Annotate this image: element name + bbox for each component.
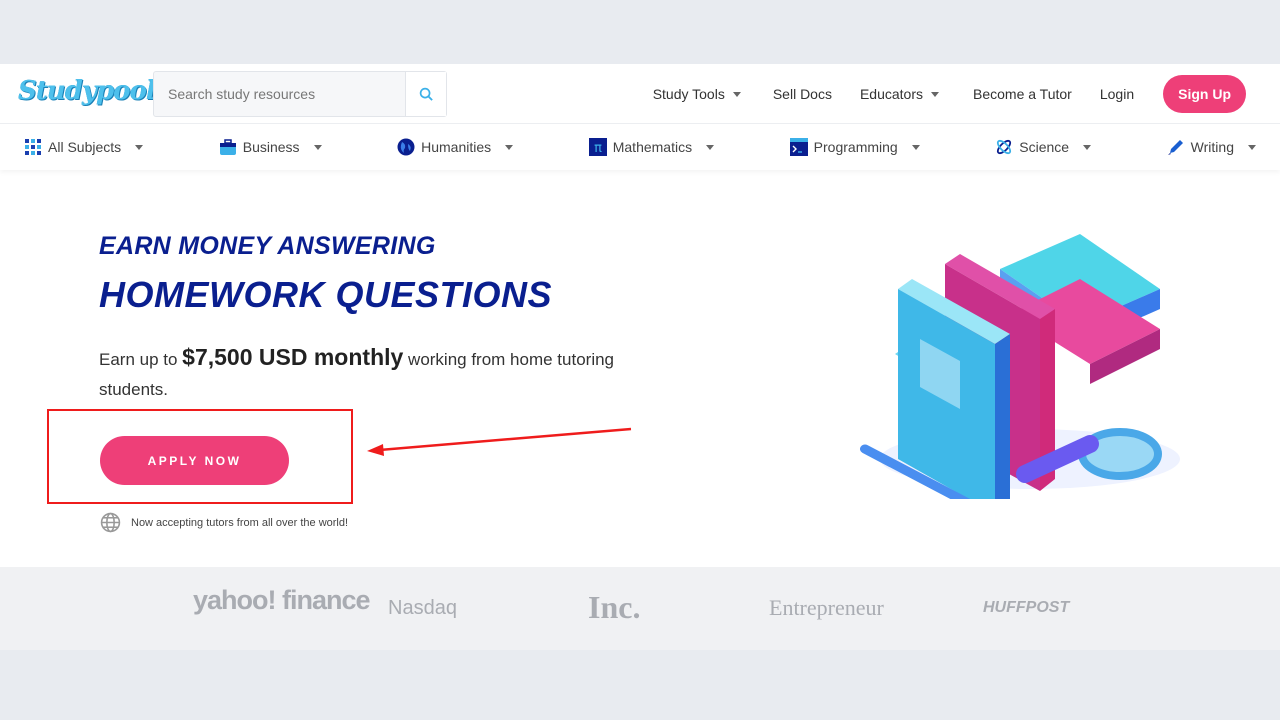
pencil-icon bbox=[1167, 140, 1183, 155]
subject-label: Science bbox=[1019, 139, 1070, 155]
nav-label: Sell Docs bbox=[772, 86, 832, 102]
nav-sell-docs[interactable]: Sell Docs bbox=[773, 86, 832, 102]
caret-down-icon bbox=[706, 144, 715, 150]
subject-label: Business bbox=[242, 139, 300, 155]
caret-down-icon bbox=[1247, 144, 1256, 150]
nav-label: Educators bbox=[859, 86, 924, 102]
caret-down-icon bbox=[931, 91, 940, 97]
subject-business[interactable]: Business bbox=[219, 138, 322, 156]
briefcase-icon bbox=[219, 139, 236, 155]
subject-label: Programming bbox=[813, 139, 898, 155]
nav-login[interactable]: Login bbox=[1100, 86, 1134, 102]
search-input[interactable] bbox=[154, 72, 405, 116]
subject-humanities[interactable]: Humanities bbox=[397, 138, 514, 156]
note-text: Now accepting tutors from all over the w… bbox=[131, 516, 349, 529]
entrepreneur-logo: Entrepreneur bbox=[769, 595, 884, 620]
svg-text:π: π bbox=[594, 141, 602, 156]
subject-label: Humanities bbox=[421, 139, 492, 155]
search-box bbox=[153, 71, 447, 117]
press-logos-bar: yahoo! finance Nasdaq Inc. Entrepreneur … bbox=[0, 567, 1280, 650]
nav-label: Study Tools bbox=[652, 86, 725, 102]
subject-label: Writing bbox=[1190, 139, 1234, 155]
subject-programming[interactable]: Programming bbox=[789, 138, 920, 156]
subject-label: Mathematics bbox=[612, 139, 693, 155]
subject-mathematics[interactable]: π Mathematics bbox=[588, 138, 715, 156]
page: Studypool Study Tools Sell Docs Educator… bbox=[0, 64, 1280, 650]
yahoo-finance-logo: yahoo! finance bbox=[193, 585, 371, 615]
hero-description: Earn up to $7,500 USD monthly working fr… bbox=[99, 342, 679, 405]
globe-icon bbox=[397, 138, 415, 156]
apply-now-button[interactable]: APPLY NOW bbox=[100, 436, 289, 485]
hero-title: HOMEWORK QUESTIONS bbox=[99, 274, 553, 315]
caret-down-icon bbox=[505, 144, 514, 150]
search-button[interactable] bbox=[405, 72, 446, 116]
main-nav: Study Tools Sell Docs Educators Become a… bbox=[653, 75, 1246, 113]
nav-educators[interactable]: Educators bbox=[859, 86, 940, 102]
nav-study-tools[interactable]: Study Tools bbox=[653, 86, 741, 102]
nav-label: Login bbox=[1099, 86, 1135, 102]
atom-icon bbox=[997, 139, 1012, 155]
text-earnings: $7,500 USD monthly bbox=[182, 344, 404, 370]
grid-icon bbox=[25, 139, 41, 155]
subject-label: All Subjects bbox=[48, 139, 122, 155]
inc-logo: Inc. bbox=[588, 589, 641, 625]
pi-icon: π bbox=[588, 138, 607, 156]
caret-down-icon bbox=[732, 91, 741, 97]
top-navbar: Studypool Study Tools Sell Docs Educator… bbox=[0, 64, 1280, 124]
hero-subtitle: EARN MONEY ANSWERING bbox=[99, 232, 436, 260]
nasdaq-logo: Nasdaq bbox=[388, 597, 457, 619]
text-pre: Earn up to bbox=[99, 350, 183, 369]
tutors-note: Now accepting tutors from all over the w… bbox=[100, 512, 348, 533]
subject-bar: All Subjects Business Humanities π Mathe… bbox=[0, 124, 1280, 170]
search-icon bbox=[419, 87, 433, 101]
nav-become-tutor[interactable]: Become a Tutor bbox=[973, 86, 1072, 102]
studypool-logo[interactable]: Studypool bbox=[18, 76, 156, 106]
caret-down-icon bbox=[135, 144, 144, 150]
subject-all-subjects[interactable]: All Subjects bbox=[24, 138, 144, 156]
caret-down-icon bbox=[911, 144, 920, 150]
subject-science[interactable]: Science bbox=[995, 138, 1092, 156]
terminal-icon bbox=[789, 138, 808, 156]
signup-button[interactable]: Sign Up bbox=[1163, 75, 1246, 113]
caret-down-icon bbox=[313, 144, 322, 150]
annotation-arrow bbox=[367, 427, 632, 456]
globe-outline-icon bbox=[100, 512, 121, 533]
huffpost-logo: HUFFPOST bbox=[983, 599, 1070, 616]
nav-label: Become a Tutor bbox=[973, 86, 1072, 102]
subject-writing[interactable]: Writing bbox=[1167, 138, 1256, 156]
caret-down-icon bbox=[1083, 144, 1092, 150]
books-illustration bbox=[860, 234, 1180, 499]
